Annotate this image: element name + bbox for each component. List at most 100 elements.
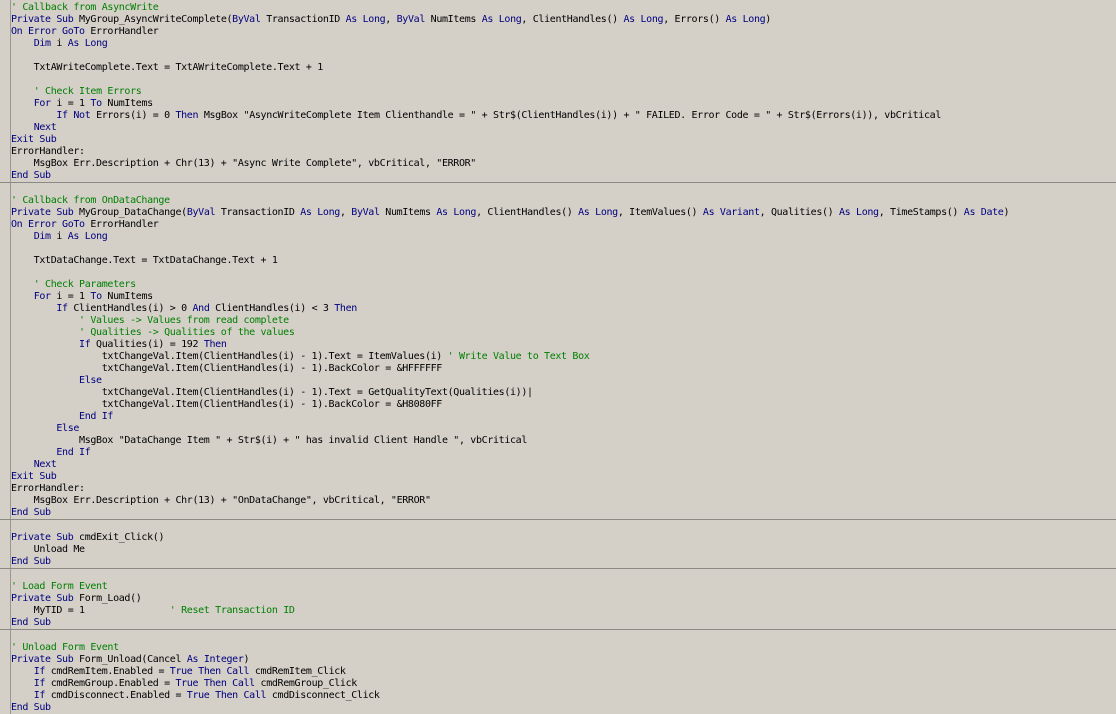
code-line[interactable] [11,520,1116,532]
code-keyword: End Sub [11,170,51,181]
code-line[interactable]: End Sub [11,507,1116,519]
code-line[interactable]: On Error GoTo ErrorHandler [11,219,1116,231]
code-line[interactable]: If Qualities(i) = 192 Then [11,339,1116,351]
code-line[interactable]: If cmdRemGroup.Enabled = True Then Call … [11,678,1116,690]
code-line[interactable]: Next [11,122,1116,134]
code-line[interactable]: Exit Sub [11,134,1116,146]
code-line[interactable]: End Sub [11,556,1116,568]
code-line[interactable]: Unload Me [11,544,1116,556]
code-line[interactable]: For i = 1 To NumItems [11,98,1116,110]
code-line[interactable] [11,243,1116,255]
code-line[interactable]: Private Sub Form_Unload(Cancel As Intege… [11,654,1116,666]
code-line[interactable]: Else [11,375,1116,387]
code-line[interactable]: ErrorHandler: [11,483,1116,495]
code-line[interactable]: Private Sub MyGroup_DataChange(ByVal Tra… [11,207,1116,219]
code-line[interactable]: TxtAWriteComplete.Text = TxtAWriteComple… [11,62,1116,74]
code-line[interactable]: txtChangeVal.Item(ClientHandles(i) - 1).… [11,351,1116,363]
code-line[interactable]: End Sub [11,702,1116,714]
code-keyword: Private Sub [11,207,74,218]
code-text: ClientHandles(i) > 0 [67,303,193,314]
code-text: i = 1 [50,98,91,109]
code-line[interactable]: ErrorHandler: [11,146,1116,158]
code-line[interactable]: Exit Sub [11,471,1116,483]
code-text: NumItems [379,207,437,218]
code-keyword: As Long [436,207,477,218]
code-keyword: ByVal [186,207,216,218]
code-text: Errors(i) = 0 [90,110,176,121]
code-line[interactable]: End Sub [11,170,1116,182]
code-line[interactable]: Next [11,459,1116,471]
code-line[interactable]: For i = 1 To NumItems [11,291,1116,303]
code-line[interactable]: txtChangeVal.Item(ClientHandles(i) - 1).… [11,399,1116,411]
code-text: cmdRemItem.Enabled = [45,666,170,677]
code-text: ErrorHandler: [11,146,85,157]
code-text: NumItems [101,98,153,109]
code-pane[interactable]: ' Callback from AsyncWrite Private Sub My… [0,2,1116,714]
code-text: TxtAWriteComplete.Text = TxtAWriteComple… [11,62,324,73]
code-line[interactable]: If ClientHandles(i) > 0 And ClientHandle… [11,303,1116,315]
code-text: MyGroup_AsyncWriteComplete( [73,14,233,25]
code-line[interactable]: If cmdRemItem.Enabled = True Then Call c… [11,666,1116,678]
code-line[interactable]: ' Check Item Errors [11,86,1116,98]
code-line[interactable] [11,50,1116,62]
code-line[interactable] [11,74,1116,86]
code-line[interactable]: ' Callback from AsyncWrite [11,2,1116,14]
code-line[interactable]: ' Load Form Event [11,581,1116,593]
code-line[interactable] [11,267,1116,279]
code-line[interactable] [11,630,1116,642]
code-line[interactable]: TxtDataChange.Text = TxtDataChange.Text … [11,255,1116,267]
code-keyword: To [90,98,102,109]
code-keyword: As Long [481,14,522,25]
code-text: , ItemValues() [617,207,703,218]
code-line[interactable]: Else [11,423,1116,435]
code-line[interactable]: Dim i As Long [11,231,1116,243]
code-text: i = 1 [50,291,91,302]
code-text: Form_Unload(Cancel [73,654,187,665]
code-line[interactable]: MsgBox Err.Description + Chr(13) + "Asyn… [11,158,1116,170]
code-line[interactable]: txtChangeVal.Item(ClientHandles(i) - 1).… [11,363,1116,375]
code-text: MsgBox Err.Description + Chr(13) + "OnDa… [11,495,431,506]
code-line[interactable]: If Not Errors(i) = 0 Then MsgBox "AsyncW… [11,110,1116,122]
code-line[interactable] [11,569,1116,581]
code-line[interactable]: Private Sub Form_Load() [11,593,1116,605]
code-line[interactable]: MyTID = 1 ' Reset Transaction ID [11,605,1116,617]
code-line[interactable]: End Sub [11,617,1116,629]
code-line[interactable] [11,183,1116,195]
code-line[interactable]: ' Qualities -> Qualities of the values [11,327,1116,339]
code-text: cmdExit_Click() [73,532,165,543]
code-line[interactable]: End If [11,447,1116,459]
code-text: , ClientHandles() [521,14,624,25]
code-line[interactable]: If cmdDisconnect.Enabled = True Then Cal… [11,690,1116,702]
code-keyword: Private Sub [11,593,74,604]
code-line[interactable]: txtChangeVal.Item(ClientHandles(i) - 1).… [11,387,1116,399]
code-line[interactable]: On Error GoTo ErrorHandler [11,26,1116,38]
code-text: NumItems [101,291,153,302]
code-text: txtChangeVal.Item(ClientHandles(i) - 1).… [11,363,443,374]
code-keyword: As Long [67,38,108,49]
code-keyword: End If [79,411,114,422]
code-line[interactable]: ' Values -> Values from read complete [11,315,1116,327]
code-line[interactable]: ' Unload Form Event [11,642,1116,654]
code-line[interactable]: Private Sub cmdExit_Click() [11,532,1116,544]
code-text: MyGroup_DataChange( [73,207,187,218]
code-editor[interactable]: ' Callback from AsyncWrite Private Sub My… [0,0,1116,714]
code-text: , Qualities() [759,207,840,218]
code-line[interactable]: ' Check Parameters [11,279,1116,291]
code-keyword: As Date [963,207,1004,218]
code-line[interactable]: ' Callback from OnDataChange [11,195,1116,207]
code-line[interactable]: MsgBox "DataChange Item " + Str$(i) + " … [11,435,1116,447]
code-keyword: Private Sub [11,532,74,543]
code-text: cmdRemGroup_Click [254,678,358,689]
code-line[interactable]: MsgBox Err.Description + Chr(13) + "OnDa… [11,495,1116,507]
code-line[interactable]: Private Sub MyGroup_AsyncWriteComplete(B… [11,14,1116,26]
code-keyword: End Sub [11,556,51,567]
code-line[interactable]: Dim i As Long [11,38,1116,50]
code-line[interactable]: End If [11,411,1116,423]
